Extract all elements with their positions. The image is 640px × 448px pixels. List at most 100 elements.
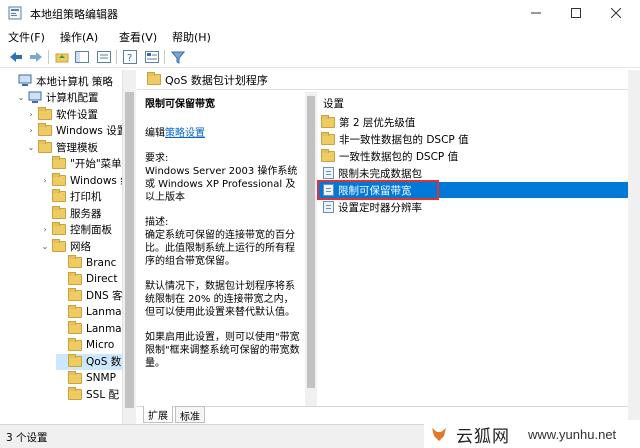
help-icon: ?	[123, 50, 137, 64]
tree-item-label: 服务器	[70, 207, 102, 220]
setting-row[interactable]: 第 2 层优先级值	[319, 114, 633, 130]
folder-icon	[52, 205, 66, 219]
menu-help[interactable]: 帮助(H)	[172, 29, 211, 45]
folder-icon	[38, 123, 52, 136]
close-icon	[611, 8, 621, 18]
description-label: 描述:	[145, 217, 169, 228]
tree-item-label: SSL 配	[86, 389, 120, 401]
expander-icon[interactable]: ›	[40, 176, 50, 185]
tab-standard[interactable]: 标准	[175, 406, 205, 423]
content-header: QoS 数据包计划程序	[137, 70, 629, 90]
tree-item-label: Micro	[86, 339, 115, 351]
edit-policy-link[interactable]: 策略设置	[165, 128, 205, 139]
toolbar-separator	[164, 50, 165, 64]
requirements-label: 要求:	[145, 153, 169, 164]
tree-item-label: Lanma	[86, 306, 122, 318]
minimize-button[interactable]	[516, 0, 556, 26]
tree-item-label: 网络	[70, 240, 91, 253]
description-text: 确定系统可保留的连接带宽的百分 比。此值限制系统上运行的所有程 序的组合带宽保留…	[145, 230, 295, 267]
menu-bar: 文件(F) 操作(A) 查看(V) 帮助(H)	[0, 26, 640, 46]
tree-item[interactable]: ⌄ 管理模板	[26, 139, 135, 155]
expander-icon[interactable]: ⌄	[40, 242, 50, 251]
folder-icon	[52, 189, 66, 202]
properties-button[interactable]	[144, 49, 160, 65]
watermark-brand: 云狐网	[456, 426, 510, 447]
folder-icon	[38, 139, 52, 153]
folder-icon	[38, 106, 52, 120]
tree-pane: 本地计算机 策略 ⌄ 计算机配置 › 软件设置 › Windows 设置 ⌄ 管理模板 "开始"菜…	[0, 70, 136, 424]
tree-item-label: Direct	[86, 273, 118, 285]
setting-label: 限制未完成数据包	[338, 167, 422, 180]
expander-icon[interactable]: ⌄	[26, 143, 36, 152]
description-scrollbar[interactable]	[305, 92, 317, 406]
description-scroll-thumb[interactable]	[307, 96, 315, 388]
maximize-button[interactable]	[556, 0, 596, 26]
tree-item-label: Lanma	[86, 322, 122, 335]
folder-icon	[52, 172, 66, 186]
tree-item[interactable]: 本地计算机 策略	[6, 73, 135, 89]
computer-config-icon	[28, 91, 42, 103]
content-scrollbar[interactable]	[628, 70, 640, 424]
setting-row[interactable]: 非一致性数据包的 DSCP 值	[319, 131, 633, 147]
tree-scroll-thumb[interactable]	[125, 92, 134, 408]
forward-arrow-icon	[30, 52, 42, 62]
computer-icon	[18, 74, 32, 86]
setting-row[interactable]: 设置定时器分辨率	[319, 199, 633, 215]
tree-item-label: 计算机配置	[46, 92, 99, 104]
folder-icon	[321, 131, 335, 145]
folder-icon	[68, 271, 82, 285]
export-list-icon	[97, 51, 111, 63]
folder-icon	[52, 222, 66, 235]
menu-view[interactable]: 查看(V)	[119, 29, 157, 45]
setting-label: 一致性数据包的 DSCP 值	[339, 150, 459, 163]
fox-logo-icon	[432, 428, 446, 441]
setting-row[interactable]: 限制未完成数据包	[319, 165, 633, 181]
tree-item-label: "开始"菜单	[70, 158, 122, 170]
folder-icon	[52, 156, 66, 169]
show-tree-button[interactable]	[74, 49, 90, 65]
expander-icon[interactable]: ›	[26, 126, 36, 135]
policy-icon	[323, 201, 334, 213]
toolbar-separator	[116, 50, 117, 64]
minimize-icon	[531, 12, 541, 14]
back-button[interactable]	[8, 49, 24, 65]
toolbar-separator	[48, 50, 49, 64]
tree-scrollbar[interactable]	[122, 70, 136, 424]
policy-editor-icon	[8, 6, 22, 20]
export-list-button[interactable]	[96, 49, 112, 65]
folder-icon	[68, 288, 82, 301]
filter-button[interactable]	[170, 49, 186, 65]
properties-icon	[145, 51, 159, 63]
tree-item[interactable]: › 软件设置	[26, 106, 135, 122]
policy-icon	[323, 167, 334, 179]
setting-row[interactable]: 限制可保留带宽	[317, 180, 633, 200]
requirements-text: Windows Server 2003 操作系统 或 Windows XP Pr…	[145, 166, 298, 203]
tab-extended[interactable]: 扩展	[143, 406, 173, 423]
expander-icon[interactable]: ›	[26, 110, 36, 119]
tree-item-label: 管理模板	[56, 141, 98, 154]
menu-file[interactable]: 文件(F)	[8, 29, 45, 45]
back-arrow-icon	[10, 52, 22, 62]
watermark-url: www.yunhu.net	[528, 426, 617, 442]
menu-action[interactable]: 操作(A)	[60, 29, 98, 45]
setting-row[interactable]: 一致性数据包的 DSCP 值	[319, 148, 633, 164]
tree-item-label: Windows 设置	[56, 125, 128, 137]
maximize-icon	[571, 8, 581, 18]
up-folder-button[interactable]	[54, 49, 70, 65]
description-panel: 限制可保留带宽 编辑策略设置 要求: Windows Server 2003 操…	[137, 92, 305, 406]
tree-item[interactable]: ⌄ 计算机配置	[16, 90, 135, 106]
expander-icon[interactable]: ›	[40, 225, 50, 234]
svg-text:?: ?	[127, 53, 132, 64]
expander-icon[interactable]: ⌄	[16, 93, 26, 102]
folder-icon	[68, 370, 82, 384]
close-button[interactable]	[596, 0, 636, 26]
folder-icon	[321, 114, 335, 128]
tree-item[interactable]: › Windows 设置	[26, 123, 135, 139]
help-button[interactable]: ?	[122, 49, 138, 65]
forward-button[interactable]	[28, 49, 44, 65]
settings-column-header[interactable]: 设置	[323, 96, 344, 111]
tree-item-label: 本地计算机 策略	[36, 75, 113, 88]
folder-icon	[147, 72, 161, 85]
window-title: 本地组策略编辑器	[30, 8, 118, 21]
folder-icon	[68, 255, 82, 268]
